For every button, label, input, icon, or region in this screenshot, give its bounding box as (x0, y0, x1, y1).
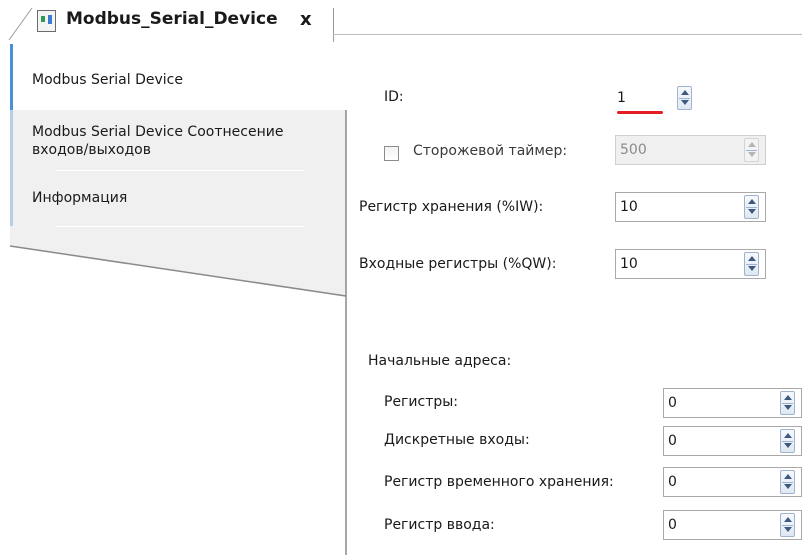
input-registers-label: Входные регистры (%QW): (359, 256, 557, 272)
device-icon (37, 10, 56, 32)
highlight-underline (617, 111, 663, 114)
nav-background (9, 44, 347, 555)
nav-item-label-line1: Modbus Serial Device Соотнесение (32, 124, 284, 140)
spin-arrows-icon[interactable] (677, 86, 692, 110)
spin-arrows-icon[interactable] (780, 470, 795, 494)
registers-label: Регистры: (384, 394, 459, 410)
discrete-inputs-label: Дискретные входы: (384, 432, 530, 448)
input-register-stepper[interactable]: 0 (663, 510, 802, 540)
temp-holding-register-stepper[interactable]: 0 (663, 467, 802, 497)
nav-item-label: Информация (32, 190, 128, 206)
spin-arrows-icon[interactable] (780, 429, 795, 453)
nav-item-label: Modbus Serial Device (32, 72, 183, 88)
editor-tab-strip: Modbus_Serial_Device x (0, 0, 802, 42)
nav-item-modbus-serial-device[interactable]: Modbus Serial Device (32, 71, 183, 89)
temp-holding-register-value[interactable]: 0 (668, 474, 677, 490)
id-stepper[interactable]: 1 (617, 84, 697, 114)
watchdog-stepper[interactable]: 500 (615, 135, 766, 165)
input-registers-stepper[interactable]: 10 (615, 249, 766, 279)
watchdog-checkbox[interactable] (384, 146, 399, 161)
spin-arrows-icon[interactable] (780, 513, 795, 537)
tab-title: Modbus_Serial_Device (66, 9, 278, 29)
tab-modbus-serial-device[interactable]: Modbus_Serial_Device x (0, 0, 336, 42)
nav-item-label-line2: входов/выходов (32, 142, 151, 158)
input-register-label: Регистр ввода: (384, 517, 495, 533)
nav-item-information[interactable]: Информация (32, 189, 127, 207)
input-registers-value[interactable]: 10 (620, 256, 638, 272)
discrete-inputs-stepper[interactable]: 0 (663, 426, 802, 456)
close-icon[interactable]: x (300, 9, 312, 30)
id-label: ID: (384, 89, 404, 105)
id-value[interactable]: 1 (617, 90, 626, 106)
spin-arrows-icon[interactable] (744, 138, 759, 162)
input-register-value[interactable]: 0 (668, 517, 677, 533)
settings-navigation: Modbus Serial Device Modbus Serial Devic… (0, 44, 360, 555)
start-addresses-heading: Начальные адреса: (368, 353, 512, 369)
watchdog-label: Сторожевой таймер: (413, 143, 568, 159)
watchdog-value[interactable]: 500 (620, 142, 647, 158)
nav-item-io-mapping[interactable]: Modbus Serial Device Соотнесение входов/… (32, 123, 283, 159)
holding-registers-value[interactable]: 10 (620, 199, 638, 215)
holding-registers-label: Регистр хранения (%IW): (359, 199, 544, 215)
spin-arrows-icon[interactable] (744, 195, 759, 219)
discrete-inputs-value[interactable]: 0 (668, 433, 677, 449)
registers-stepper[interactable]: 0 (663, 388, 802, 418)
registers-value[interactable]: 0 (668, 395, 677, 411)
tab-strip-border (333, 34, 802, 35)
spin-arrows-icon[interactable] (780, 391, 795, 415)
nav-separator (56, 170, 304, 171)
tab-divider (333, 8, 334, 42)
temp-holding-register-label: Регистр временного хранения: (384, 474, 614, 490)
spin-arrows-icon[interactable] (744, 252, 759, 276)
holding-registers-stepper[interactable]: 10 (615, 192, 766, 222)
nav-separator (56, 226, 304, 227)
